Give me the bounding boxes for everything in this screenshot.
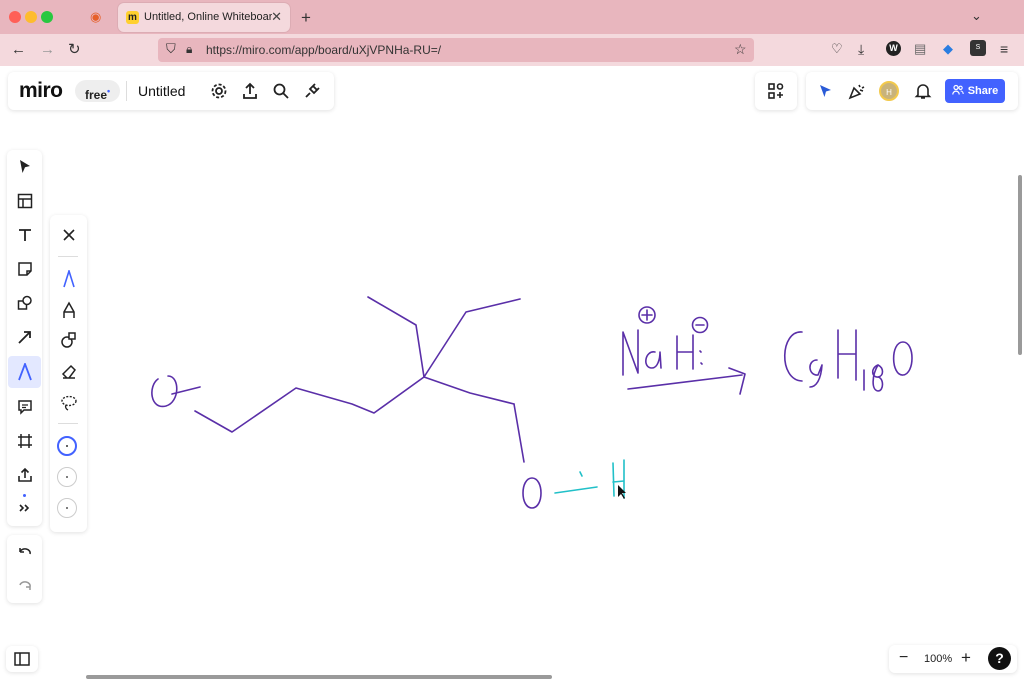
pen-size-medium-option[interactable] [57,467,77,487]
smart-drawing-icon[interactable] [54,325,84,355]
header-divider [126,81,127,101]
search-icon[interactable] [266,76,296,106]
drawing-text-layer: Na H + − C 9 H 18 O O O H [0,0,1,1]
extension-diamond-icon[interactable]: ◆ [943,42,953,55]
upload-icon[interactable] [10,460,40,490]
templates-layout-icon[interactable] [10,186,40,216]
product-sub9-stroke [809,359,823,388]
reaction-arrow-stroke [627,367,746,395]
sodium-a-stroke [645,351,662,369]
pen-panel-divider-2 [58,423,78,424]
teal-hydrogen-stroke [612,459,625,499]
shield-icon[interactable]: ⛉ [166,42,176,55]
board-title[interactable]: Untitled [138,83,185,99]
redo-icon[interactable] [10,571,40,601]
reagent-na-text: Na [0,0,1,1]
highlighter-icon[interactable] [54,295,84,325]
miro-logo[interactable]: miro [19,79,63,103]
frame-icon[interactable] [10,426,40,456]
pen-icon[interactable] [54,264,84,294]
select-cursor-icon[interactable] [10,152,40,182]
zoom-level[interactable]: 100% [924,653,952,665]
bookmark-star-icon[interactable]: ☆ [734,42,747,56]
left-oxygen-stroke [151,375,201,408]
help-button[interactable]: ? [988,647,1011,670]
tab-close-icon[interactable]: ✕ [271,9,282,25]
pen-size-large-option[interactable] [57,498,77,518]
product-o-stroke [892,341,913,376]
plan-badge-text: free [85,88,108,102]
downloads-icon[interactable]: ⤓ [858,42,864,56]
minimize-window-button[interactable] [25,11,37,23]
tab-title: Untitled, Online Whiteboard for [144,11,272,23]
minus-charge-circle [691,316,709,334]
reload-icon[interactable]: ↻ [68,42,81,57]
apps-shapes-icon[interactable] [761,76,791,106]
plan-badge[interactable]: free• [75,80,121,102]
extension-shield-icon[interactable]: S [970,40,986,56]
horizontal-scrollbar[interactable] [86,675,552,679]
hydride-h-stroke [676,334,703,370]
menu-hamburger-icon[interactable]: ≡ [1000,42,1008,56]
new-tab-button[interactable]: + [301,9,311,26]
pocket-icon[interactable]: ♡ [831,42,843,55]
settings-gear-icon[interactable] [204,76,234,106]
extension-w-icon[interactable]: W [886,41,901,56]
back-arrow-icon[interactable]: ← [11,42,26,57]
browser-tab-bar: ◉ m Untitled, Online Whiteboard for ✕ + … [0,0,1024,34]
product-sub8-stroke [871,364,884,392]
product-h-stroke [837,329,857,381]
product-c-stroke [783,331,803,382]
text-tool-icon[interactable] [10,220,40,250]
plus-charge-sign [641,309,653,321]
forward-arrow-icon[interactable]: → [40,42,55,57]
carbon-chain-stroke [194,376,515,433]
mouse-cursor-icon [618,485,626,499]
pen-tool-icon[interactable] [10,357,40,387]
lasso-icon[interactable] [54,388,84,418]
url-text[interactable]: https://miro.com/app/board/uXjVPNHa-RU=/ [206,43,441,57]
close-window-button[interactable] [9,11,21,23]
bottom-oxygen-stroke [522,477,542,509]
plus-charge-circle [638,306,656,324]
firefox-icon[interactable]: ◉ [90,10,101,23]
user-avatar[interactable]: H [879,81,899,101]
notifications-bell-icon[interactable] [908,76,938,106]
upper-left-branch-stroke [367,296,425,378]
teal-bond-stroke [554,471,598,494]
share-users-icon [951,84,964,99]
oh-bond-stroke [513,403,525,463]
browser-nav-bar: ← → ↻ ⛉ 🔒︎ https://miro.com/app/board/uX… [0,34,1024,66]
close-pen-panel-icon[interactable] [54,220,84,250]
upper-right-branch-stroke [423,298,521,378]
miro-favicon-icon: m [126,11,139,24]
maximize-window-button[interactable] [41,11,53,23]
more-tools-chevron-icon[interactable] [10,493,40,523]
sodium-n-stroke [622,329,639,376]
plan-badge-mark: • [107,86,111,96]
pen-size-small-option[interactable] [57,436,77,456]
celebrate-party-icon[interactable] [842,76,872,106]
reader-icon[interactable]: ▤ [914,42,926,55]
sidebar-panel-icon[interactable] [7,644,37,674]
share-button[interactable]: Share [945,79,1005,103]
export-upload-icon[interactable] [235,76,265,106]
comment-icon[interactable] [10,392,40,422]
sticky-note-icon[interactable] [10,254,40,284]
cursor-follow-icon[interactable] [811,76,841,106]
connection-arrow-icon[interactable] [10,322,40,352]
lock-icon[interactable]: 🔒︎ [186,43,192,55]
zoom-out-button[interactable]: − [899,649,908,667]
undo-icon[interactable] [10,538,40,568]
share-label: Share [967,85,999,97]
shapes-icon[interactable] [10,288,40,318]
address-bar[interactable]: ⛉ 🔒︎ https://miro.com/app/board/uXjVPNHa… [158,38,754,62]
eraser-icon[interactable] [54,357,84,387]
vertical-scrollbar[interactable] [1018,175,1022,355]
tab-list-chevron-icon[interactable]: ⌄ [971,9,982,22]
browser-tab[interactable]: m Untitled, Online Whiteboard for ✕ [118,3,290,32]
pen-panel-divider [58,256,78,257]
integrations-plug-icon[interactable] [297,76,327,106]
zoom-in-button[interactable]: + [961,648,971,668]
